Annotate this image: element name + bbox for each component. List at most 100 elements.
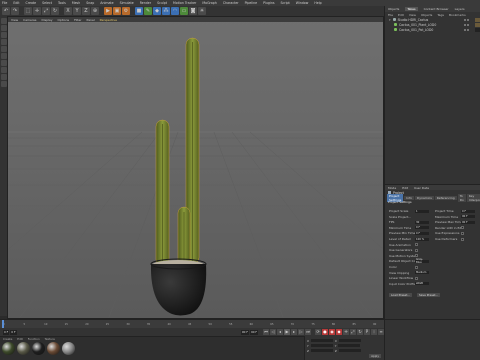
field-checkbox[interactable]	[415, 243, 418, 247]
edges-mode-icon[interactable]	[0, 53, 7, 59]
position-key-icon[interactable]: ✛	[343, 329, 349, 335]
material-tag-icon[interactable]	[475, 27, 480, 32]
move-icon[interactable]: ✛	[33, 7, 41, 15]
menu-item-create[interactable]: Create	[26, 1, 37, 5]
snap-icon[interactable]	[0, 74, 7, 80]
points-mode-icon[interactable]	[0, 46, 7, 52]
position-field[interactable]	[310, 343, 333, 348]
field-value[interactable]: 0 F	[461, 209, 475, 213]
viewport-menu-options[interactable]: Options	[58, 18, 70, 22]
menu-item-character[interactable]: Character	[223, 1, 239, 5]
material-swatch[interactable]	[47, 342, 60, 355]
viewport-menu-view[interactable]: View	[11, 18, 18, 22]
object-menu-edit[interactable]: Edit	[398, 13, 404, 17]
material-menu-create[interactable]: Create	[3, 337, 12, 341]
material-tag-icon[interactable]	[475, 22, 480, 27]
object-menu-file[interactable]: File	[388, 13, 393, 17]
object-menu-tags[interactable]: Tags	[437, 13, 444, 17]
subtab-dynamics[interactable]: Dynamics	[415, 195, 434, 200]
subtab-info[interactable]: Info	[404, 195, 414, 200]
timeline[interactable]: 051015202530354045505560657075808590	[0, 319, 384, 328]
viewport-menu-panel[interactable]: Panel	[87, 18, 95, 22]
viewport-menu-filter[interactable]: Filter	[74, 18, 81, 22]
menu-item-window[interactable]: Window	[296, 1, 309, 5]
field-checkbox[interactable]	[461, 231, 464, 235]
menu-item-sculpt[interactable]: Sculpt	[157, 1, 167, 5]
material-swatch[interactable]	[17, 342, 30, 355]
field-value[interactable]: sRGB	[415, 282, 429, 286]
start-frame-field[interactable]: 0 F	[3, 329, 10, 335]
material-menu-texture[interactable]: Texture	[45, 337, 55, 341]
material-menu-edit[interactable]: Edit	[17, 337, 22, 341]
light-icon[interactable]: ☀	[198, 7, 206, 15]
polygons-mode-icon[interactable]	[0, 60, 7, 66]
playhead[interactable]	[2, 320, 4, 328]
live-selection-icon[interactable]: ⬚	[24, 7, 32, 15]
y-axis-icon[interactable]: Y	[73, 7, 81, 15]
make-editable-icon[interactable]	[0, 18, 7, 24]
object-menu-objects[interactable]: Objects	[421, 13, 432, 17]
subtab-key-interpolation[interactable]: Key Interpolation	[466, 193, 480, 202]
menu-item-edit[interactable]: Edit	[13, 1, 19, 5]
material-tag-icon[interactable]	[475, 17, 480, 22]
menu-item-simulate[interactable]: Simulate	[120, 1, 134, 5]
menu-item-plugins[interactable]: Plugins	[263, 1, 274, 5]
load-preset-button[interactable]: Load Preset...	[389, 293, 412, 297]
subdivision-icon[interactable]: ◆	[153, 7, 161, 15]
menu-item-snap[interactable]: Snap	[86, 1, 94, 5]
field-value[interactable]: 0 F	[415, 231, 429, 235]
material-menu-function[interactable]: Function	[28, 337, 40, 341]
size-field[interactable]	[338, 338, 361, 343]
menu-item-render[interactable]: Render	[140, 1, 151, 5]
model-mode-icon[interactable]	[0, 25, 7, 31]
previous-frame-icon[interactable]: ◂	[277, 329, 283, 335]
play-icon[interactable]: ▶	[284, 329, 290, 335]
tab-takes[interactable]: Takes	[405, 7, 418, 11]
object-menu-bookmarks[interactable]: Bookmarks	[449, 13, 466, 17]
cactus-plant[interactable]	[155, 37, 200, 268]
menu-item-animate[interactable]: Animate	[100, 1, 113, 5]
tab-objects[interactable]: Objects	[388, 7, 399, 11]
field-value[interactable]: 0 F	[415, 226, 429, 230]
3d-viewport[interactable]: View Cameras Display Options Filter Panel Pers…	[7, 16, 384, 319]
next-frame-icon[interactable]: ▸	[291, 329, 297, 335]
material-swatch[interactable]	[2, 342, 15, 355]
size-field[interactable]	[338, 348, 361, 353]
workplane-icon[interactable]	[0, 39, 7, 45]
material-swatch[interactable]	[62, 342, 75, 355]
field-value[interactable]: 1	[415, 209, 429, 213]
field-checkbox[interactable]	[415, 248, 418, 252]
texture-mode-icon[interactable]	[0, 32, 7, 38]
field-checkbox[interactable]	[461, 226, 464, 230]
field-checkbox[interactable]	[415, 276, 418, 280]
field-checkbox[interactable]	[461, 237, 464, 241]
lock-workplane-icon[interactable]	[0, 81, 7, 87]
go-to-end-icon[interactable]: ⏭	[305, 329, 311, 335]
save-preset-button[interactable]: Save Preset...	[417, 293, 441, 297]
point-level-icon[interactable]: ⁝	[371, 329, 377, 335]
black-pot[interactable]	[150, 264, 207, 316]
position-field[interactable]	[310, 338, 333, 343]
record-keys-icon[interactable]: ●	[322, 329, 328, 335]
menu-item-motion-tracker[interactable]: Motion Tracker	[173, 1, 196, 5]
array-icon[interactable]: ⁂	[162, 7, 170, 15]
viewport-scene[interactable]	[8, 22, 384, 319]
menu-item-script[interactable]: Script	[281, 1, 290, 5]
subtab-to-do[interactable]: To Do	[457, 193, 466, 202]
undo-icon[interactable]: ↶	[2, 7, 10, 15]
size-field[interactable]	[338, 343, 361, 348]
attr-menu-user-data[interactable]: User Data	[414, 186, 429, 190]
field-value[interactable]: Gray-Blue	[415, 258, 429, 264]
menu-item-help[interactable]: Help	[314, 1, 321, 5]
position-field[interactable]	[310, 348, 333, 353]
rotate-icon[interactable]: ↻	[51, 7, 59, 15]
object-row[interactable]: Cactus_001_Pot_LOD0	[389, 27, 480, 32]
menu-item-pipeline[interactable]: Pipeline	[245, 1, 257, 5]
go-to-start-icon[interactable]: ⏮	[263, 329, 269, 335]
render-view-icon[interactable]: ▶	[104, 7, 112, 15]
object-menu-view[interactable]: View	[409, 13, 416, 17]
menu-item-file[interactable]: File	[2, 1, 7, 5]
field-value[interactable]: 100 %	[415, 237, 429, 241]
tab-layers[interactable]: Layers	[455, 7, 465, 11]
bend-deformer-icon[interactable]: ◠	[171, 7, 179, 15]
